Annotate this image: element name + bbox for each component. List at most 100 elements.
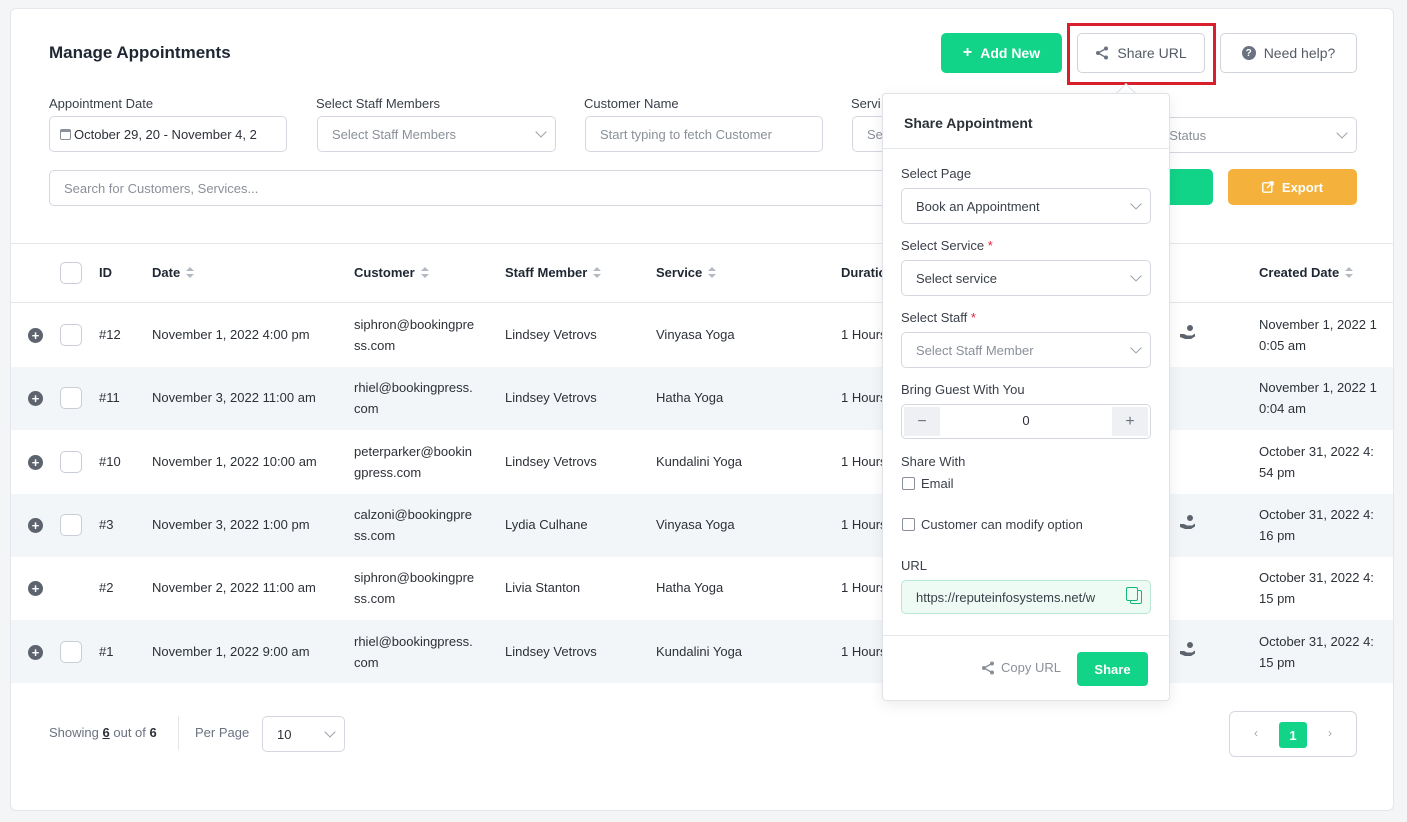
column-header-service[interactable]: Service [656,265,717,280]
row-checkbox[interactable] [60,514,82,536]
date-range-value: October 29, 20 - November 4, 2 [74,126,257,142]
column-header-id[interactable]: ID [99,265,112,280]
select-staff-placeholder: Select Staff Member [916,342,1034,358]
per-page-select[interactable]: 10 [262,716,345,752]
payment-icon[interactable] [1179,641,1197,657]
share-url-field[interactable]: https://reputeinfosystems.net/w [901,580,1151,614]
table-row[interactable]: + #1 November 1, 2022 9:00 am rhiel@book… [11,620,1393,683]
add-new-label: Add New [980,45,1041,61]
footer-divider [178,716,179,750]
bring-guest-label: Bring Guest With You [901,382,1025,397]
select-staff-label: Select Staff * [901,310,976,325]
column-header-staff[interactable]: Staff Member [505,265,602,280]
copy-icon[interactable] [1126,587,1142,604]
select-page-dropdown[interactable]: Book an Appointment [901,188,1151,224]
row-id: #2 [99,580,114,595]
row-service: Vinyasa Yoga [656,517,735,532]
copy-url-label: Copy URL [1001,660,1061,675]
select-page-label: Select Page [901,166,972,181]
export-label: Export [1281,179,1324,195]
popover-title: Share Appointment [904,115,1033,131]
row-customer-line1: peterparker@bookin [354,444,472,459]
next-page-icon[interactable]: › [1328,726,1332,740]
staff-select[interactable]: Select Staff Members [317,116,556,152]
customer-filter-label: Customer Name [584,96,679,111]
select-service-dropdown[interactable]: Select service [901,260,1151,296]
showing-mid: out of [113,725,146,740]
column-header-label: ID [99,265,112,280]
email-checkbox-row[interactable]: Email [902,476,954,491]
expand-row-icon[interactable]: + [28,391,43,406]
row-customer-line2: ss.com [354,591,396,606]
sort-icon [420,267,429,278]
column-header-duration[interactable]: Duratio [841,265,887,280]
staff-select-placeholder: Select Staff Members [332,126,457,142]
row-date: November 1, 2022 4:00 pm [152,327,310,342]
search-input[interactable]: Search for Customers, Services... [49,170,894,206]
row-created-line2: 15 pm [1259,655,1296,670]
column-header-customer[interactable]: Customer [354,265,429,280]
select-all-checkbox[interactable] [60,262,82,284]
table-row[interactable]: + #11 November 3, 2022 11:00 am rhiel@bo… [11,367,1393,430]
payment-icon[interactable] [1179,324,1197,340]
guest-stepper: − 0 + [901,404,1151,439]
increment-button[interactable]: + [1112,407,1148,436]
chevron-down-icon [324,726,336,738]
table-row[interactable]: + #3 November 3, 2022 1:00 pm calzoni@bo… [11,494,1393,557]
expand-row-icon[interactable]: + [28,645,43,660]
expand-row-icon[interactable]: + [28,328,43,343]
expand-row-icon[interactable]: + [28,581,43,596]
row-checkbox[interactable] [60,451,82,473]
guest-count-value[interactable]: 0 [942,413,1110,428]
expand-row-icon[interactable]: + [28,518,43,533]
table-row[interactable]: + #12 November 1, 2022 4:00 pm siphron@b… [11,304,1393,367]
column-header-date[interactable]: Date [152,265,195,280]
row-service: Kundalini Yoga [656,454,743,469]
row-staff: Lydia Culhane [505,517,588,532]
add-new-button[interactable]: + Add New [941,33,1062,73]
modify-option-checkbox-row[interactable]: Customer can modify option [902,517,1083,532]
row-created-line2: 15 pm [1259,591,1296,606]
row-checkbox[interactable] [60,324,82,346]
export-button[interactable]: Export [1228,169,1357,205]
table-row[interactable]: + #2 November 2, 2022 11:00 am siphron@b… [11,557,1393,620]
modify-option-checkbox[interactable] [902,518,915,531]
need-help-button[interactable]: ? Need help? [1220,33,1357,73]
row-checkbox[interactable] [60,387,82,409]
previous-page-icon[interactable]: ‹ [1254,726,1258,740]
row-duration: 1 Hours [841,390,887,405]
select-service-label: Select Service * [901,238,993,253]
expand-row-icon[interactable]: + [28,455,43,470]
row-customer-line1: calzoni@bookingpre [354,507,472,522]
column-header-created-date[interactable]: Created Date [1259,265,1354,280]
page-1-button[interactable]: 1 [1279,722,1307,748]
row-created-line1: October 31, 2022 4: [1259,570,1374,585]
column-header-label: Created Date [1259,265,1340,280]
search-input-placeholder: Search for Customers, Services... [64,180,259,196]
date-range-field[interactable]: October 29, 20 - November 4, 2 [49,116,287,152]
select-staff-dropdown[interactable]: Select Staff Member [901,332,1151,368]
share-appointment-popover: Share Appointment Select Page Book an Ap… [882,93,1170,701]
sort-icon [1345,267,1354,278]
payment-icon[interactable] [1179,514,1197,530]
copy-url-button[interactable]: Copy URL [981,660,1061,675]
column-header-label: Duratio [841,265,887,280]
decrement-button[interactable]: − [904,407,940,436]
row-service: Kundalini Yoga [656,644,743,659]
staff-filter-label: Select Staff Members [316,96,441,111]
row-date: November 2, 2022 11:00 am [152,580,316,595]
page-title: Manage Appointments [49,43,231,62]
row-id: #12 [99,327,121,342]
per-page-value: 10 [277,726,292,742]
customer-input[interactable]: Start typing to fetch Customer [585,116,823,152]
email-checkbox[interactable] [902,477,915,490]
row-id: #1 [99,644,114,659]
row-date: November 1, 2022 9:00 am [152,644,310,659]
status-select[interactable]: t Status [1151,117,1357,153]
share-button[interactable]: Share [1077,652,1148,686]
row-checkbox[interactable] [60,641,82,663]
table-row[interactable]: + #10 November 1, 2022 10:00 am peterpar… [11,430,1393,493]
sort-icon [593,267,602,278]
row-customer-line1: siphron@bookingpre [354,570,475,585]
row-created-line1: October 31, 2022 4: [1259,634,1374,649]
